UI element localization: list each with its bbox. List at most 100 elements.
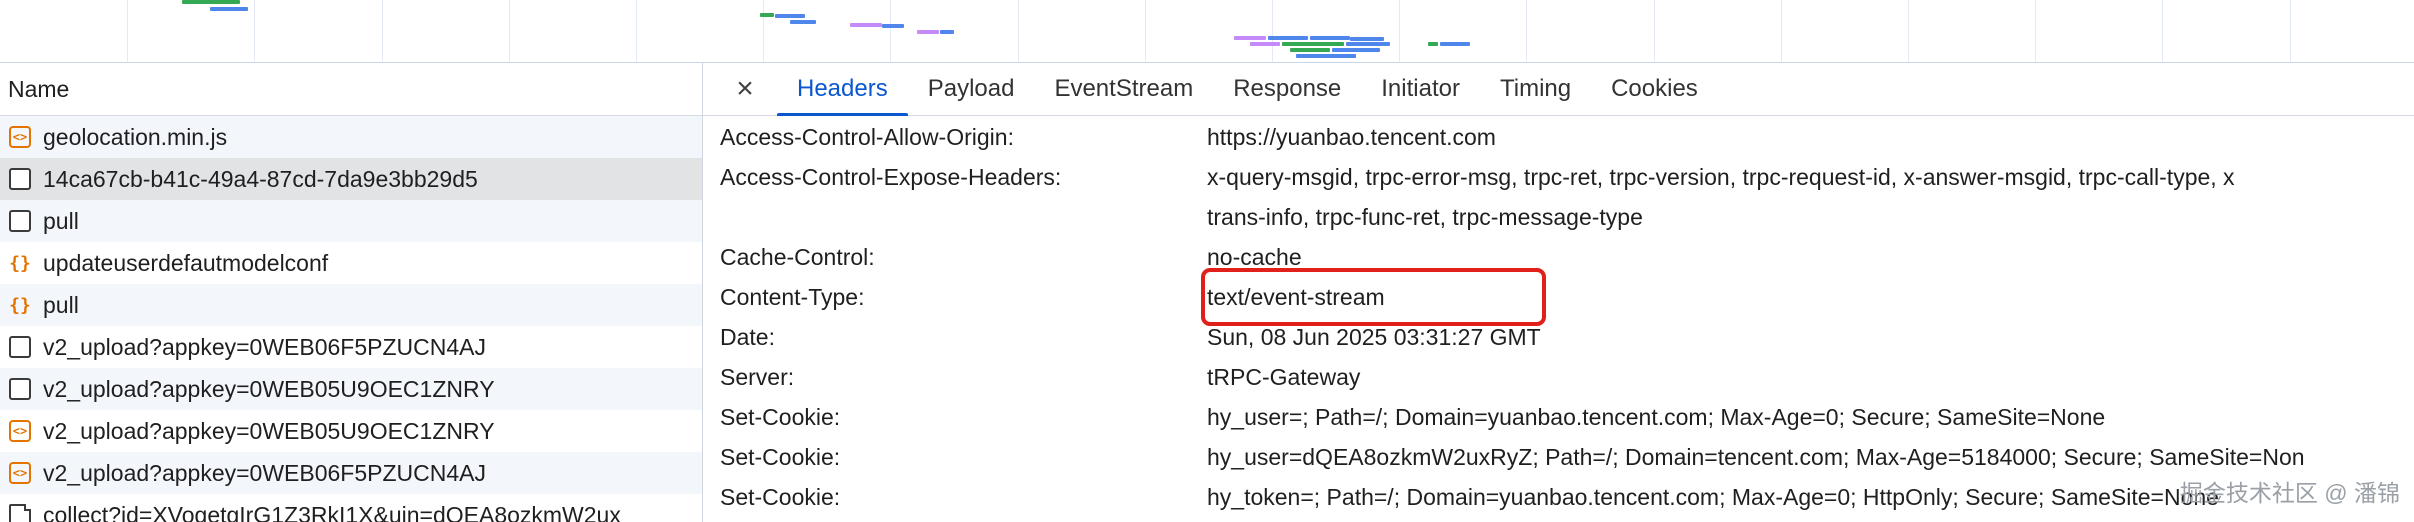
grid-line xyxy=(1272,0,1273,62)
request-row[interactable]: {} updateuserdefautmodelconf xyxy=(0,242,702,284)
request-row[interactable]: v2_upload?appkey=0WEB05U9OEC1ZNRY xyxy=(0,368,702,410)
document-icon xyxy=(9,210,31,232)
waterfall-overview[interactable] xyxy=(0,0,2414,63)
request-row[interactable]: <> v2_upload?appkey=0WEB05U9OEC1ZNRY xyxy=(0,410,702,452)
response-headers-list: Access-Control-Allow-Origin: https://yuan… xyxy=(703,117,2414,517)
request-name: v2_upload?appkey=0WEB06F5PZUCN4AJ xyxy=(43,459,486,486)
request-name: v2_upload?appkey=0WEB06F5PZUCN4AJ xyxy=(43,333,486,360)
header-name: Set-Cookie: xyxy=(720,484,841,510)
waterfall-bar xyxy=(917,30,939,34)
close-icon[interactable]: × xyxy=(729,73,761,105)
request-row[interactable]: {} pull xyxy=(0,284,702,326)
grid-line xyxy=(636,0,637,62)
header-value[interactable]: https://yuanbao.tencent.com xyxy=(1207,117,2414,157)
header-value[interactable]: hy_user=; Path=/; Domain=yuanbao.tencent… xyxy=(1207,397,2414,437)
page-icon xyxy=(9,504,31,522)
waterfall-bar xyxy=(1268,36,1308,40)
grid-line xyxy=(2035,0,2036,62)
waterfall-bar xyxy=(1282,42,1344,46)
request-row[interactable]: <> geolocation.min.js xyxy=(0,116,702,158)
header-name xyxy=(703,197,1207,237)
request-name: v2_upload?appkey=0WEB05U9OEC1ZNRY xyxy=(43,375,495,402)
tab-timing[interactable]: Timing xyxy=(1480,63,1591,115)
tab-cookies[interactable]: Cookies xyxy=(1591,63,1718,115)
waterfall-bar xyxy=(1290,48,1330,52)
header-row: Set-Cookie: hy_token=; Path=/; Domain=yua… xyxy=(703,477,2414,517)
request-row[interactable]: <> v2_upload?appkey=0WEB06F5PZUCN4AJ xyxy=(0,452,702,494)
waterfall-bar xyxy=(1440,42,1470,46)
fetch-icon: {} xyxy=(9,294,31,316)
header-row: Cache-Control: no-cache xyxy=(703,237,2414,277)
tab-eventstream[interactable]: EventStream xyxy=(1034,63,1213,115)
waterfall-bar xyxy=(940,30,954,34)
tab-payload[interactable]: Payload xyxy=(908,63,1035,115)
document-icon xyxy=(9,378,31,400)
header-row: Set-Cookie: hy_user=dQEA8ozkmW2uxRyZ; Pat… xyxy=(703,437,2414,477)
waterfall-bar xyxy=(182,0,240,4)
waterfall-bar xyxy=(1250,42,1280,46)
request-row[interactable]: collect?id=XVogetgIrG1Z3RkI1X&uin=dQEA8o… xyxy=(0,494,702,522)
header-value[interactable]: tRPC-Gateway xyxy=(1207,357,2414,397)
request-row[interactable]: 14ca67cb-b41c-49a4-87cd-7da9e3bb29d5 xyxy=(0,158,702,200)
header-name: Server: xyxy=(720,364,795,390)
waterfall-bar xyxy=(775,14,805,18)
grid-line xyxy=(382,0,383,62)
grid-line xyxy=(763,0,764,62)
header-value[interactable]: x-query-msgid, trpc-error-msg, trpc-ret,… xyxy=(1207,157,2414,197)
waterfall-bar xyxy=(1428,42,1438,46)
annotation-highlight-box xyxy=(1201,268,1546,326)
grid-line xyxy=(890,0,891,62)
watermark-text: 掘金技术社区 @ 潘锦 xyxy=(2179,480,2400,506)
grid-line xyxy=(1908,0,1909,62)
header-row: Date: Sun, 08 Jun 2025 03:31:27 GMT xyxy=(703,317,2414,357)
request-row[interactable]: pull xyxy=(0,200,702,242)
request-name: geolocation.min.js xyxy=(43,123,228,150)
waterfall-bar xyxy=(1296,54,1356,58)
tab-list: Headers Payload EventStream Response Initiat… xyxy=(777,63,1718,116)
grid-line xyxy=(2162,0,2163,62)
header-row: Content-Type: text/event-stream xyxy=(703,277,2414,317)
grid-line xyxy=(1145,0,1146,62)
tab-initiator[interactable]: Initiator xyxy=(1361,63,1480,115)
request-name: pull xyxy=(43,291,79,318)
tab-response[interactable]: Response xyxy=(1213,63,1361,115)
request-name: updateuserdefautmodelconf xyxy=(43,249,329,276)
grid-line xyxy=(1399,0,1400,62)
document-icon xyxy=(9,336,31,358)
waterfall-bar xyxy=(1346,42,1390,46)
grid-line xyxy=(127,0,128,62)
waterfall-bar xyxy=(790,20,816,24)
header-name: Access-Control-Allow-Origin: xyxy=(720,124,1014,150)
waterfall-bar xyxy=(1234,36,1266,40)
header-value[interactable]: hy_user=dQEA8ozkmW2uxRyZ; Path=/; Domain… xyxy=(1207,437,2414,477)
header-name: Content-Type: xyxy=(720,284,865,310)
script-file-icon: <> xyxy=(9,420,31,442)
detail-tab-bar: × Headers Payload EventStream Response Initi… xyxy=(703,63,2414,116)
waterfall-bar xyxy=(1310,36,1350,40)
name-column-label: Name xyxy=(8,75,70,102)
tab-headers[interactable]: Headers xyxy=(777,63,908,116)
waterfall-bar xyxy=(1350,37,1384,41)
request-row[interactable]: v2_upload?appkey=0WEB06F5PZUCN4AJ xyxy=(0,326,702,368)
header-value[interactable]: trans-info, trpc-func-ret, trpc-message-… xyxy=(1207,197,2414,237)
header-name: Date: xyxy=(720,324,775,350)
name-column-header[interactable]: Name xyxy=(0,63,702,116)
header-name: Set-Cookie: xyxy=(720,444,841,470)
request-detail-pane: × Headers Payload EventStream Response Initi… xyxy=(703,63,2414,522)
script-file-icon: <> xyxy=(9,126,31,148)
grid-line xyxy=(1781,0,1782,62)
request-name: pull xyxy=(43,207,79,234)
header-row: trans-info, trpc-func-ret, trpc-message-… xyxy=(703,197,2414,237)
waterfall-bar xyxy=(850,23,882,27)
waterfall-bar xyxy=(1332,48,1380,52)
grid-line xyxy=(1526,0,1527,62)
document-icon xyxy=(9,168,31,190)
request-name: collect?id=XVogetgIrG1Z3RkI1X&uin=dQEA8o… xyxy=(43,501,621,522)
header-row: Server: tRPC-Gateway xyxy=(703,357,2414,397)
request-name: 14ca67cb-b41c-49a4-87cd-7da9e3bb29d5 xyxy=(43,165,478,192)
request-list-panel: Name <> geolocation.min.js 14ca67cb-b41c-4… xyxy=(0,63,703,522)
header-name: Cache-Control: xyxy=(720,244,875,270)
waterfall-bar xyxy=(882,24,904,28)
request-name: v2_upload?appkey=0WEB05U9OEC1ZNRY xyxy=(43,417,495,444)
grid-line xyxy=(1018,0,1019,62)
